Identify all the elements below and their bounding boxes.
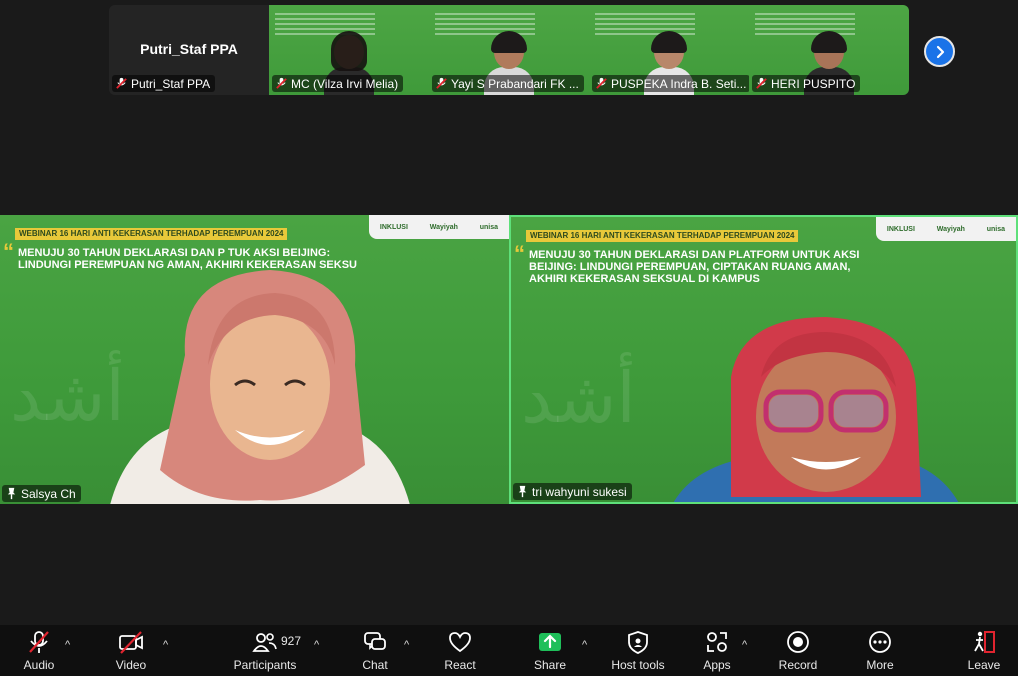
logo-unisa: unisa [479,223,499,231]
mic-muted-icon [29,631,49,653]
leave-button[interactable]: Leave [966,629,1002,675]
participant-video [673,317,959,502]
video-tile-left[interactable]: WEBINAR 16 HARI ANTI KEKERASAN TERHADAP … [0,215,509,504]
participant-name-label: tri wahyuni sukesi [513,483,632,500]
participant-tile[interactable]: Yayi S Prabandari FK ... [429,5,589,95]
participants-options-caret[interactable]: ^ [314,639,319,651]
leave-door-icon [974,631,995,653]
mic-muted-icon [116,77,127,89]
slide-banner: WEBINAR 16 HARI ANTI KEKERASAN TERHADAP … [526,230,799,242]
heart-icon [449,632,471,653]
logo-inklusi: INKLUSI [379,223,408,231]
participant-name-label: PUSPEKA Indra B. Seti... [592,75,749,92]
logo-inklusi: INKLUSI [886,225,915,233]
participant-name-label: HERI PUSPITO [752,75,861,92]
video-button[interactable]: Video [112,629,150,675]
participant-tile[interactable]: Putri_Staf PPA Putri_Staf PPA [109,5,269,95]
slide-title: MENUJU 30 TAHUN DEKLARASI DAN PLATFORM U… [529,249,860,285]
slide-banner: WEBINAR 16 HARI ANTI KEKERASAN TERHADAP … [15,228,288,240]
participant-tile[interactable]: MC (Vilza Irvi Melia) [269,5,429,95]
apps-options-caret[interactable]: ^ [742,639,747,651]
meeting-toolbar: Audio ^ Video ^ Participants 927 ^ Chat … [0,625,1018,676]
audio-button[interactable]: Audio [20,629,58,675]
chat-options-caret[interactable]: ^ [404,639,409,651]
mic-muted-icon [276,77,287,89]
share-screen-icon [539,633,561,651]
share-options-caret[interactable]: ^ [582,639,587,651]
record-icon [787,631,809,653]
video-tile-right[interactable]: WEBINAR 16 HARI ANTI KEKERASAN TERHADAP … [509,215,1018,504]
more-dots-icon [869,631,891,653]
pin-icon [7,487,16,500]
pin-icon [518,485,527,498]
chat-icon [364,632,386,650]
slide-logos: INKLUSI Wayiyah unisa [369,215,509,239]
mic-muted-icon [436,77,447,89]
participants-icon [252,633,277,652]
calligraphy-watermark: أشد [521,357,636,439]
share-button[interactable]: Share [532,629,568,675]
chevron-right-icon [936,45,944,58]
next-page-button[interactable] [924,36,955,67]
quote-mark: “ [514,241,525,266]
logo-unisa: unisa [986,225,1006,233]
logo-wayiyah: Wayiyah [429,223,458,231]
react-button[interactable]: React [442,629,478,675]
host-tools-button[interactable]: Host tools [608,629,668,675]
shield-icon [628,631,648,654]
participant-name-label: Yayi S Prabandari FK ... [432,75,584,92]
chat-button[interactable]: Chat [358,629,392,675]
mic-muted-icon [596,77,607,89]
participants-count: 927 [281,634,302,648]
audio-options-caret[interactable]: ^ [65,639,70,651]
participant-name-label: Putri_Staf PPA [112,75,216,92]
participant-tile[interactable]: HERI PUSPITO [749,5,909,95]
participant-filmstrip: Putri_Staf PPA Putri_Staf PPA MC (Vilza … [109,5,909,95]
participant-video [110,270,410,504]
mic-muted-icon [756,77,767,89]
more-button[interactable]: More [862,629,898,675]
apps-icon [707,632,727,652]
participant-tile[interactable]: PUSPEKA Indra B. Seti... [589,5,749,95]
record-button[interactable]: Record [776,629,820,675]
logo-wayiyah: Wayiyah [936,225,965,233]
slide-logos: INKLUSI Wayiyah unisa [876,217,1016,241]
participant-name-label: Salsya Ch [2,485,81,502]
participant-name-label: MC (Vilza Irvi Melia) [272,75,404,92]
participant-name-large: Putri_Staf PPA [140,41,238,57]
quote-mark: “ [3,239,14,264]
video-options-caret[interactable]: ^ [163,639,168,651]
apps-button[interactable]: Apps [700,629,734,675]
camera-off-icon [119,631,143,654]
